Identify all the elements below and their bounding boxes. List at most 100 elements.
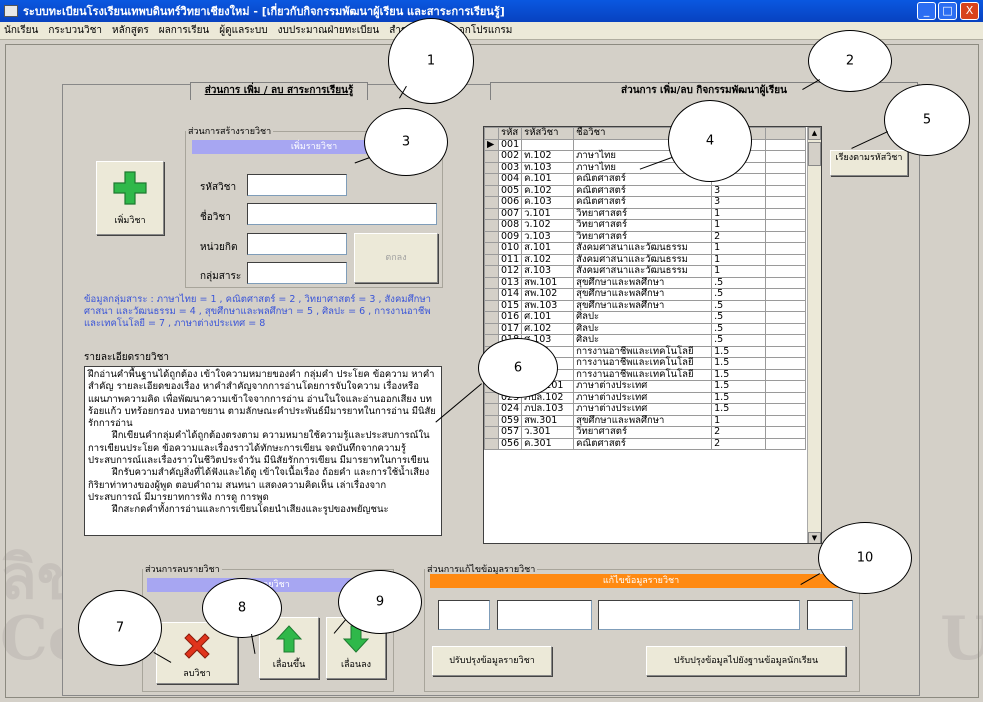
table-row[interactable]: 012 ส.103 สังคมศาสนาและวัฒนธรรม 1: [484, 265, 807, 278]
cell-name[interactable]: ศิลปะ: [573, 334, 713, 347]
cell-name[interactable]: สุขศึกษาและพลศึกษา: [573, 414, 713, 427]
cell-code[interactable]: ศ.101: [521, 311, 575, 324]
table-row[interactable]: ▶0014: [484, 138, 807, 151]
edit-credit-field[interactable]: [807, 600, 853, 630]
cell-id[interactable]: 002: [497, 150, 523, 163]
table-row[interactable]: 024 ภปล.103 ภาษาต่างประเทศ 1.5: [484, 403, 807, 416]
cell-credit[interactable]: 1: [711, 414, 767, 427]
cell-code[interactable]: ส.102: [521, 253, 575, 266]
col-header-code[interactable]: รหัสวิชา: [521, 127, 575, 140]
cell-code[interactable]: ส.101: [521, 242, 575, 255]
cell-code[interactable]: สพ.301: [521, 414, 575, 427]
row-indicator[interactable]: [484, 414, 499, 427]
cell-code[interactable]: ศ.102: [521, 322, 575, 335]
row-indicator[interactable]: [484, 403, 499, 416]
cell-credit[interactable]: 1: [711, 207, 767, 220]
credit-field[interactable]: [247, 233, 347, 255]
menu-item-admin[interactable]: ผู้ดูแลระบบ: [219, 23, 267, 38]
table-row[interactable]: 016 ศ.101 ศิลปะ .5: [484, 311, 807, 324]
close-button[interactable]: X: [960, 2, 979, 20]
cell-id[interactable]: 009: [497, 230, 523, 243]
row-indicator[interactable]: [484, 242, 499, 255]
cell-name[interactable]: สุขศึกษาและพลศึกษา: [573, 299, 713, 312]
table-row[interactable]: 006 ค.103 คณิตศาสตร์ 3: [484, 196, 807, 209]
cell-credit[interactable]: 3: [711, 196, 767, 209]
row-indicator[interactable]: [484, 276, 499, 289]
col-header-id[interactable]: รหัส: [497, 127, 523, 140]
cell-code[interactable]: สพ.102: [521, 288, 575, 301]
cell-id[interactable]: 013: [497, 276, 523, 289]
cell-id[interactable]: 011: [497, 253, 523, 266]
cell-code[interactable]: ท.103: [521, 161, 575, 174]
cell-id[interactable]: 014: [497, 288, 523, 301]
cell-id[interactable]: 010: [497, 242, 523, 255]
cell-credit[interactable]: 2: [711, 437, 767, 450]
update-student-db-button[interactable]: ปรับปรุงข้อมูลไปยังฐานข้อมูลนักเรียน: [646, 646, 846, 676]
cell-id[interactable]: 003: [497, 161, 523, 174]
cell-id[interactable]: 005: [497, 184, 523, 197]
cell-credit[interactable]: 1.5: [711, 368, 767, 381]
cell-credit[interactable]: 1.5: [711, 391, 767, 404]
cell-name[interactable]: สุขศึกษาและพลศึกษา: [573, 288, 713, 301]
cell-credit[interactable]: .5: [711, 334, 767, 347]
table-row[interactable]: 005 ค.102 คณิตศาสตร์ 3: [484, 184, 807, 197]
cell-code[interactable]: ค.301: [521, 437, 575, 450]
cell-name[interactable]: สังคมศาสนาและวัฒนธรรม: [573, 242, 713, 255]
cell-name[interactable]: สังคมศาสนาและวัฒนธรรม: [573, 265, 713, 278]
menu-item-budget[interactable]: งบประมาณฝ่ายทะเบียน: [278, 23, 380, 38]
cell-credit[interactable]: 1: [711, 253, 767, 266]
cell-id[interactable]: 024: [497, 403, 523, 416]
menu-item-grades[interactable]: ผลการเรียน: [159, 23, 210, 38]
edit-name-field[interactable]: [598, 600, 800, 630]
cell-id[interactable]: 016: [497, 311, 523, 324]
row-indicator[interactable]: [484, 196, 499, 209]
cell-code[interactable]: ค.102: [521, 184, 575, 197]
tab-subjects[interactable]: ส่วนการ เพิ่ม / ลบ สาระการเรียนรู้: [190, 82, 368, 100]
cell-name[interactable]: การงานอาชีพและเทคโนโลยี: [573, 368, 713, 381]
cell-credit[interactable]: .5: [711, 299, 767, 312]
cell-code[interactable]: ว.102: [521, 219, 575, 232]
add-subject-button[interactable]: เพิ่มวิชา: [96, 161, 164, 235]
cell-id[interactable]: 012: [497, 265, 523, 278]
row-indicator[interactable]: [484, 150, 499, 163]
row-indicator[interactable]: [484, 253, 499, 266]
table-row[interactable]: 056 ค.301 คณิตศาสตร์ 2: [484, 437, 807, 450]
grid-scrollbar[interactable]: ▲ ▼: [807, 127, 821, 543]
cell-id[interactable]: 001: [497, 138, 523, 151]
row-indicator[interactable]: [484, 184, 499, 197]
cell-name[interactable]: วิทยาศาสตร์: [573, 426, 713, 439]
cell-name[interactable]: ศิลปะ: [573, 311, 713, 324]
table-row[interactable]: 059 สพ.301 สุขศึกษาและพลศึกษา 1: [484, 414, 807, 427]
cell-credit[interactable]: 3: [711, 184, 767, 197]
scroll-thumb[interactable]: [808, 142, 821, 166]
cell-credit[interactable]: 1.5: [711, 380, 767, 393]
row-indicator[interactable]: [484, 161, 499, 174]
sort-by-code-button[interactable]: เรียงตามรหัสวิชา: [830, 150, 908, 176]
cell-code[interactable]: ว.101: [521, 207, 575, 220]
cell-credit[interactable]: .5: [711, 311, 767, 324]
cell-code[interactable]: ค.103: [521, 196, 575, 209]
cell-name[interactable]: ภาษาต่างประเทศ: [573, 403, 713, 416]
subject-grid[interactable]: รหัส รหัสวิชา ชื่อวิชา หน่วยกิต ▶0014002…: [483, 126, 822, 544]
cell-name[interactable]: การงานอาชีพและเทคโนโลยี: [573, 357, 713, 370]
table-row[interactable]: 002ท.102ภาษาไทย4.5: [484, 150, 807, 163]
cell-id[interactable]: 017: [497, 322, 523, 335]
table-row[interactable]: 010 ส.101 สังคมศาสนาและวัฒนธรรม 1: [484, 242, 807, 255]
cell-id[interactable]: 004: [497, 173, 523, 186]
row-indicator[interactable]: [484, 265, 499, 278]
cell-id[interactable]: 059: [497, 414, 523, 427]
row-indicator[interactable]: [484, 311, 499, 324]
table-row[interactable]: 004ค.101คณิตศาสตร์3: [484, 173, 807, 186]
cell-code[interactable]: ว.301: [521, 426, 575, 439]
table-row[interactable]: 013 สพ.101 สุขศึกษาและพลศึกษา .5: [484, 276, 807, 289]
table-row[interactable]: 009 ว.103 วิทยาศาสตร์ 2: [484, 230, 807, 243]
confirm-button[interactable]: ตกลง: [354, 233, 438, 283]
cell-name[interactable]: คณิตศาสตร์: [573, 196, 713, 209]
cell-code[interactable]: ภปล.103: [521, 403, 575, 416]
cell-name[interactable]: สุขศึกษาและพลศึกษา: [573, 276, 713, 289]
menu-item-curriculum[interactable]: หลักสูตร: [112, 23, 149, 38]
cell-credit[interactable]: 1: [711, 265, 767, 278]
cell-code[interactable]: [521, 138, 575, 151]
menu-item-courses[interactable]: กระบวนวิชา: [48, 23, 102, 38]
row-indicator[interactable]: [484, 299, 499, 312]
